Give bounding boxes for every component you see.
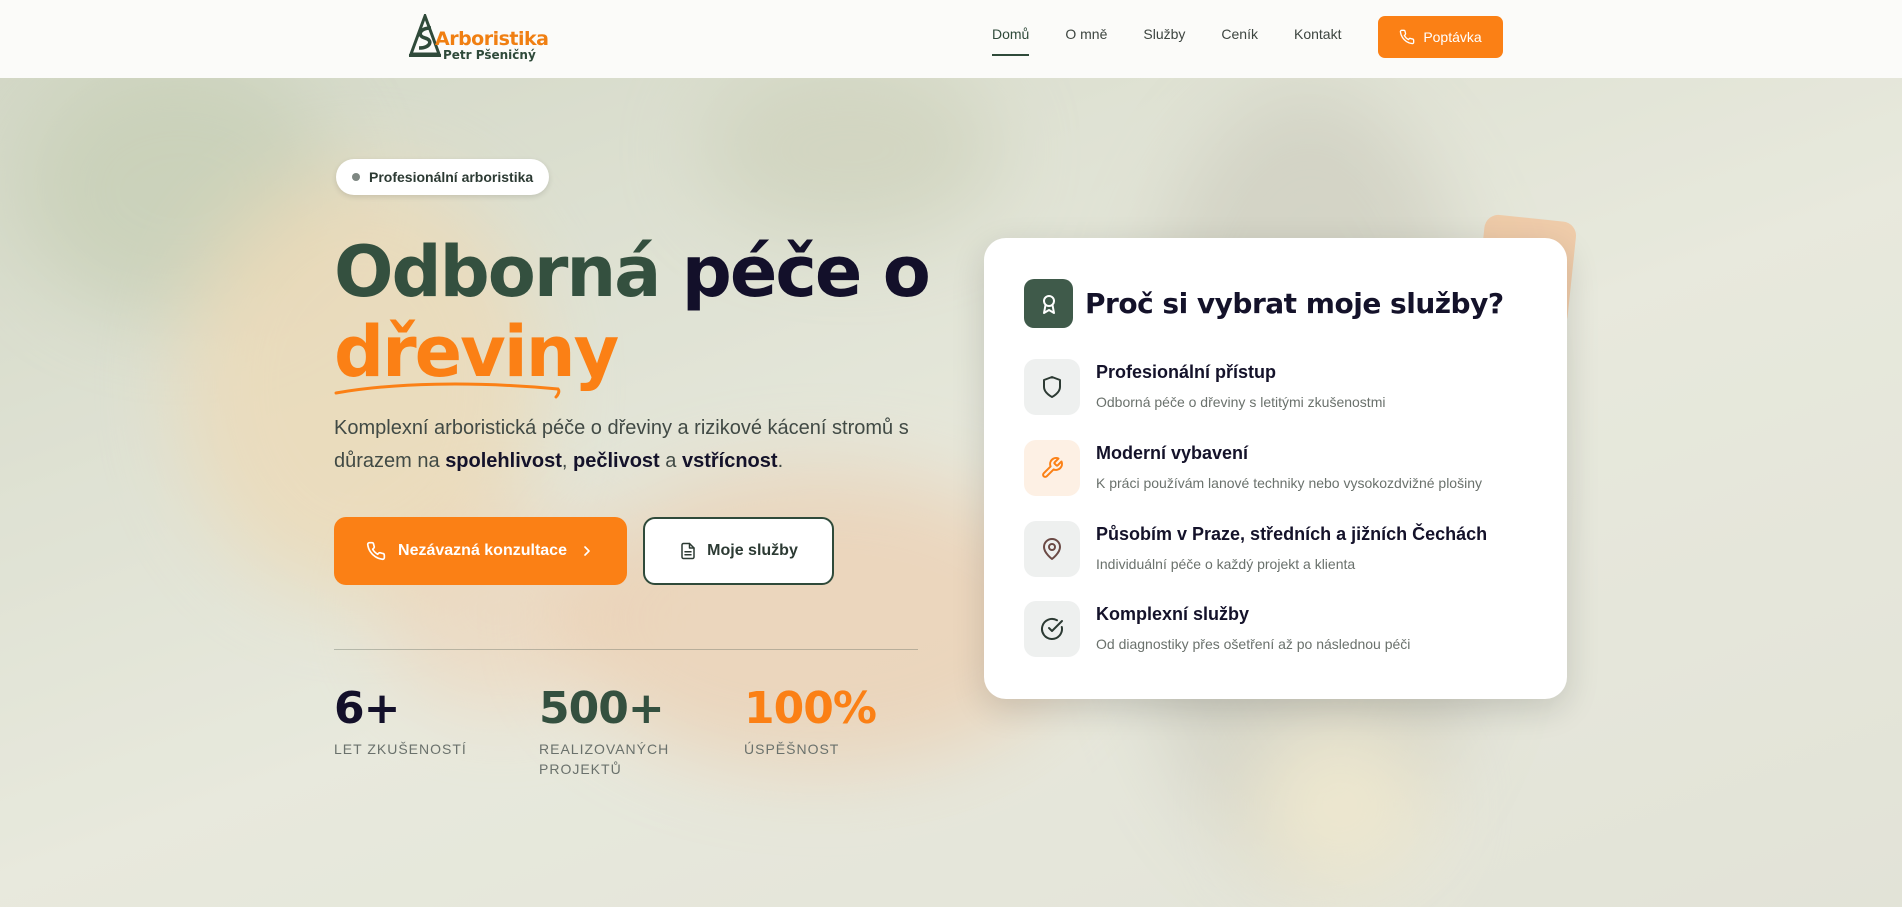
main-nav: Domů O mně Služby Ceník Kontakt <box>992 26 1341 56</box>
stat-experience: 6+ LET ZKUŠENOSTÍ <box>334 684 467 759</box>
nav-item-o-mne[interactable]: O mně <box>1065 26 1107 56</box>
brand-logo[interactable]: Arboristika Petr Pšeničný <box>405 14 549 62</box>
my-services-button-label: Moje služby <box>707 542 798 559</box>
my-services-button[interactable]: Moje služby <box>643 517 834 585</box>
stat-experience-value: 6+ <box>334 683 400 734</box>
feature-title: Působím v Praze, středních a jižních Čec… <box>1096 524 1488 544</box>
phone-icon <box>366 541 386 561</box>
feature-title: Komplexní služby <box>1096 604 1250 624</box>
hero-lead: Komplexní arboristická péče o dřeviny a … <box>334 412 934 478</box>
stat-projects: 500+ REALIZOVANÝCH PROJEKTŮ <box>539 684 669 779</box>
hero-lead-end: . <box>777 450 784 472</box>
stat-projects-label: REALIZOVANÝCH PROJEKTŮ <box>539 739 669 779</box>
document-icon <box>681 542 695 560</box>
shield-icon <box>1024 359 1080 415</box>
feature-item: Komplexní služby Od diagnostiky přes oše… <box>1024 601 1544 661</box>
hero-title: Odborná péče o dřeviny <box>334 232 954 392</box>
consultation-button[interactable]: Nezávazná konzultace <box>334 517 627 585</box>
chevron-right-icon <box>584 546 590 556</box>
stat-projects-value: 500+ <box>539 683 665 734</box>
brand-title: Arboristika <box>435 28 549 50</box>
stat-success: 100% ÚSPĚŠNOST <box>744 683 877 759</box>
stat-success-value: 100% <box>744 683 877 734</box>
nav-item-cenik[interactable]: Ceník <box>1221 26 1258 56</box>
feature-item: Profesionální přístup Odborná péče o dře… <box>1024 359 1544 419</box>
stats-divider <box>334 649 918 650</box>
feature-desc: Odborná péče o dřeviny s letitými zkušen… <box>1096 394 1386 410</box>
badge-dot-icon <box>352 173 360 181</box>
wrench-icon <box>1024 440 1080 496</box>
why-choose-card: Proč si vybrat moje služby? Profesionáln… <box>984 238 1567 699</box>
hero-badge-label: Profesionální arboristika <box>369 169 534 185</box>
hero-lead-sep-1: , <box>561 450 568 472</box>
site-header: Arboristika Petr Pšeničný Domů O mně Slu… <box>0 0 1902 78</box>
feature-desc: Od diagnostiky přes ošetření až po násle… <box>1096 636 1411 652</box>
card-header: Proč si vybrat moje služby? <box>1024 279 1504 328</box>
card-title: Proč si vybrat moje služby? <box>1085 287 1504 320</box>
hero-lead-bold-2: pečlivost <box>573 450 660 472</box>
hero-lead-sep-2: a <box>665 450 677 472</box>
title-underline-decoration <box>334 382 561 399</box>
feature-title: Moderní vybavení <box>1096 443 1249 463</box>
stat-experience-label: LET ZKUŠENOSTÍ <box>334 741 467 757</box>
nav-item-sluzby[interactable]: Služby <box>1143 26 1185 56</box>
inquiry-button-label: Poptávka <box>1423 29 1482 45</box>
map-pin-icon <box>1024 521 1080 577</box>
brand-subtitle: Petr Pšeničný <box>443 48 536 62</box>
stat-projects-label-line2: PROJEKTŮ <box>539 761 622 777</box>
hero-badge: Profesionální arboristika <box>336 159 550 195</box>
inquiry-button[interactable]: Poptávka <box>1378 16 1503 58</box>
stat-success-label: ÚSPĚŠNOST <box>744 741 840 757</box>
hero-lead-bold-1: spolehlivost <box>445 450 562 472</box>
check-circle-icon <box>1024 601 1080 657</box>
hero-lead-bold-3: vstřícnost <box>681 450 778 472</box>
stat-projects-label-line1: REALIZOVANÝCH <box>539 741 670 757</box>
phone-icon <box>1400 29 1415 45</box>
hero-title-part1: Odborná <box>334 231 661 313</box>
hero-title-part2: péče o <box>681 231 931 313</box>
award-icon <box>1024 279 1073 328</box>
feature-title: Profesionální přístup <box>1096 362 1277 382</box>
hero-background-image <box>0 0 1902 907</box>
nav-item-domu[interactable]: Domů <box>992 26 1030 56</box>
feature-desc: Individuální péče o každý projekt a klie… <box>1096 556 1356 572</box>
consultation-button-label: Nezávazná konzultace <box>398 542 567 559</box>
feature-desc: K práci používám lanové techniky nebo vy… <box>1096 475 1482 491</box>
feature-item: Působím v Praze, středních a jižních Čec… <box>1024 521 1544 581</box>
nav-item-kontakt[interactable]: Kontakt <box>1294 26 1341 56</box>
feature-item: Moderní vybavení K práci používám lanové… <box>1024 440 1544 500</box>
